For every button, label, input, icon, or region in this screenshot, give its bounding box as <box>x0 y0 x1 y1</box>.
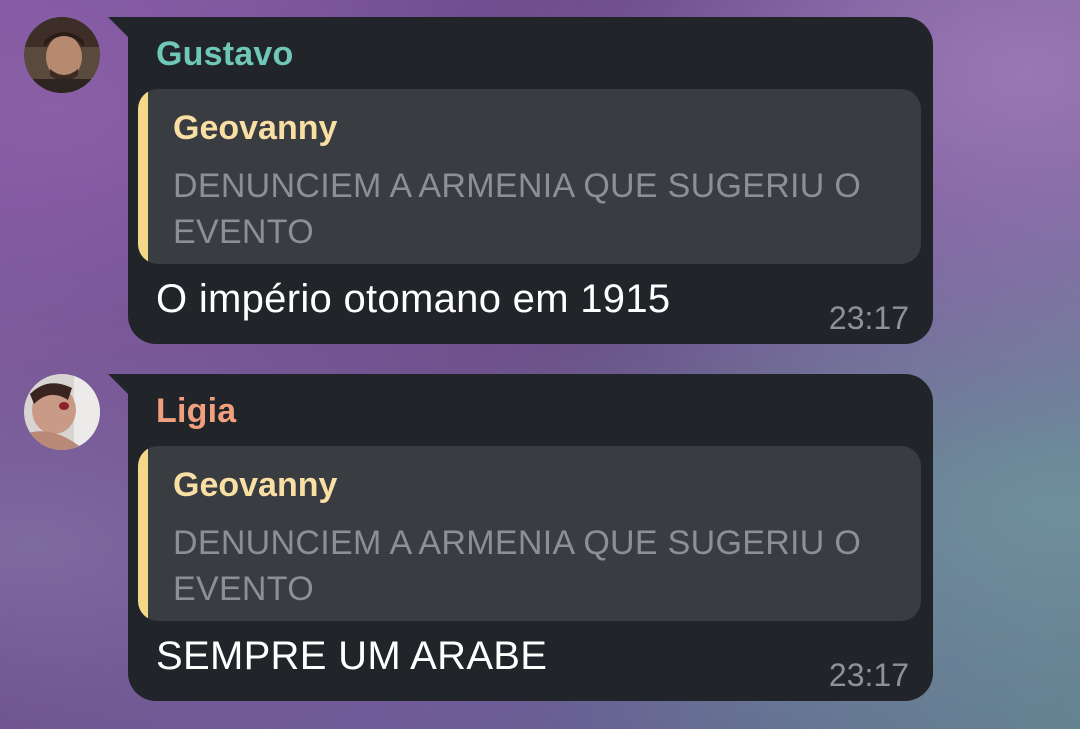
message-text: SEMPRE UM ARABE <box>156 634 548 678</box>
bubble-tail <box>108 374 130 396</box>
reply-accent-bar <box>138 89 148 264</box>
message-bubble[interactable]: Gustavo Geovanny DENUNCIEM A ARMENIA QUE… <box>108 17 933 344</box>
message-timestamp: 23:17 <box>828 657 909 693</box>
reply-accent-bar <box>138 446 148 621</box>
bubble-tail <box>108 17 130 39</box>
reply-sender-name: Geovanny <box>173 466 338 504</box>
sender-name[interactable]: Gustavo <box>156 35 293 74</box>
avatar-gustavo[interactable] <box>24 17 100 93</box>
reply-preview[interactable]: Geovanny DENUNCIEM A ARMENIA QUE SUGERIU… <box>138 89 921 264</box>
sender-name[interactable]: Ligia <box>156 392 236 431</box>
reply-quoted-text: DENUNCIEM A ARMENIA QUE SUGERIU O EVENTO <box>173 167 862 251</box>
message-bubble[interactable]: Ligia Geovanny DENUNCIEM A ARMENIA QUE S… <box>108 374 933 701</box>
reply-quoted-text: DENUNCIEM A ARMENIA QUE SUGERIU O EVENTO <box>173 524 862 608</box>
message-timestamp: 23:17 <box>828 300 909 336</box>
avatar-ligia[interactable] <box>24 374 100 450</box>
reply-preview[interactable]: Geovanny DENUNCIEM A ARMENIA QUE SUGERIU… <box>138 446 921 621</box>
message-text: O império otomano em 1915 <box>156 277 671 321</box>
reply-sender-name: Geovanny <box>173 109 338 147</box>
